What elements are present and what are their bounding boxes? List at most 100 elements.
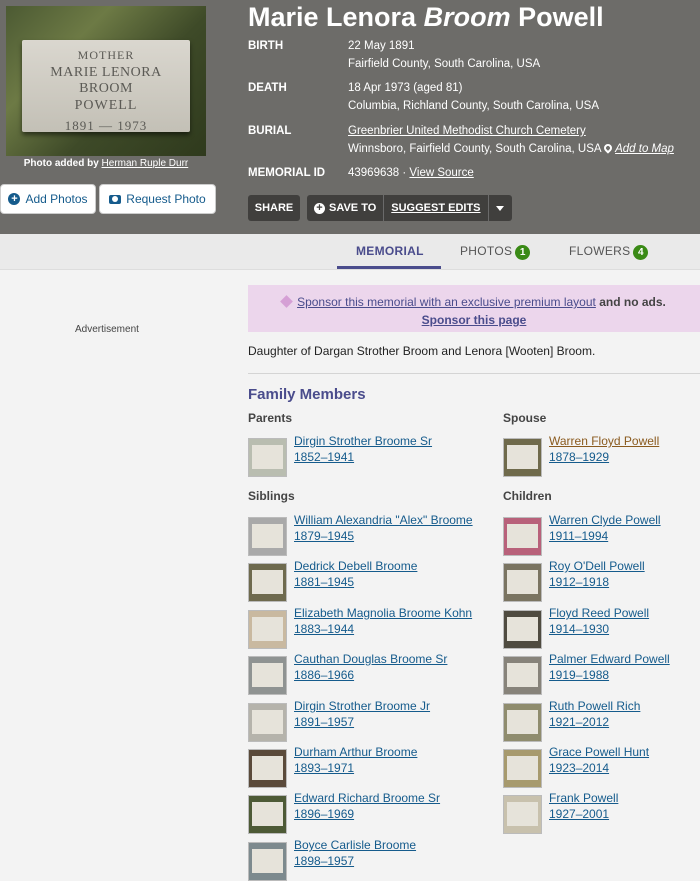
add-to-map-link[interactable]: Add to Map bbox=[602, 142, 674, 155]
member-years[interactable]: 1898–1957 bbox=[294, 854, 354, 868]
family-member[interactable]: William Alexandria "Alex" Broome 1879–19… bbox=[248, 513, 473, 556]
name-first: Marie Lenora bbox=[248, 2, 417, 32]
request-photo-button[interactable]: Request Photo bbox=[99, 184, 216, 214]
family-member[interactable]: Floyd Reed Powell 1914–1930 bbox=[503, 606, 700, 649]
member-name-link[interactable]: Grace Powell Hunt bbox=[549, 745, 649, 759]
name-last: Powell bbox=[518, 2, 604, 32]
member-years[interactable]: 1914–1930 bbox=[549, 622, 609, 636]
member-years[interactable]: 1891–1957 bbox=[294, 715, 354, 729]
suggest-edits-button[interactable]: SUGGEST EDITS bbox=[383, 195, 487, 221]
share-button[interactable]: SHARE bbox=[248, 195, 300, 221]
member-name-link[interactable]: Palmer Edward Powell bbox=[549, 652, 670, 666]
member-photo-thumbnail[interactable] bbox=[248, 749, 287, 788]
sponsor-page-link[interactable]: Sponsor this page bbox=[422, 313, 527, 327]
family-member[interactable]: Cauthan Douglas Broome Sr 1886–1966 bbox=[248, 652, 448, 695]
member-years[interactable]: 1927–2001 bbox=[549, 807, 609, 821]
family-member[interactable]: Roy O'Dell Powell 1912–1918 bbox=[503, 559, 700, 602]
save-to-button[interactable]: + SAVE TO bbox=[307, 195, 383, 221]
family-member[interactable]: Ruth Powell Rich 1921–2012 bbox=[503, 699, 700, 742]
tab-flowers[interactable]: FLOWERS 4 bbox=[569, 244, 649, 260]
birth-place: Fairfield County, South Carolina, USA bbox=[348, 58, 541, 70]
member-photo-thumbnail[interactable] bbox=[503, 703, 542, 742]
tab-photos[interactable]: PHOTOS 1 bbox=[460, 244, 531, 260]
member-years[interactable]: 1893–1971 bbox=[294, 761, 354, 775]
member-name-link[interactable]: Dirgin Strother Broome Jr bbox=[294, 699, 430, 713]
plus-circle-icon: + bbox=[8, 193, 21, 205]
member-name-link[interactable]: Ruth Powell Rich bbox=[549, 699, 640, 713]
member-years[interactable]: 1896–1969 bbox=[294, 807, 354, 821]
family-member[interactable]: Warren Clyde Powell 1911–1994 bbox=[503, 513, 700, 556]
member-name-link[interactable]: Cauthan Douglas Broome Sr bbox=[294, 652, 447, 666]
sponsor-memorial-link[interactable]: Sponsor this memorial with an exclusive … bbox=[297, 295, 596, 309]
more-dropdown-button[interactable] bbox=[487, 195, 511, 221]
separator: · bbox=[402, 167, 407, 179]
family-member[interactable]: Warren Floyd Powell 1878–1929 bbox=[503, 434, 700, 477]
member-photo-thumbnail[interactable] bbox=[503, 610, 542, 649]
member-photo-thumbnail[interactable] bbox=[503, 749, 542, 788]
add-photos-button[interactable]: + Add Photos bbox=[0, 184, 96, 214]
member-years[interactable]: 1879–1945 bbox=[294, 529, 354, 543]
member-name-link[interactable]: Dirgin Strother Broome Sr bbox=[294, 434, 432, 448]
member-photo-thumbnail[interactable] bbox=[248, 563, 287, 602]
member-years[interactable]: 1912–1918 bbox=[549, 575, 609, 589]
family-member[interactable]: Boyce Carlisle Broome 1898–1957 bbox=[248, 838, 448, 881]
member-years[interactable]: 1852–1941 bbox=[294, 450, 354, 464]
tab-memorial[interactable]: MEMORIAL bbox=[356, 244, 424, 258]
member-years[interactable]: 1883–1944 bbox=[294, 622, 354, 636]
member-photo-thumbnail[interactable] bbox=[248, 795, 287, 834]
cemetery-link[interactable]: Greenbrier United Methodist Church Cemet… bbox=[348, 125, 586, 137]
member-name-link[interactable]: Dedrick Debell Broome bbox=[294, 559, 417, 573]
member-photo-thumbnail[interactable] bbox=[503, 517, 542, 556]
member-photo-thumbnail[interactable] bbox=[248, 842, 287, 881]
family-member[interactable]: Grace Powell Hunt 1923–2014 bbox=[503, 745, 700, 788]
member-name-link[interactable]: Floyd Reed Powell bbox=[549, 606, 649, 620]
member-name-link[interactable]: Frank Powell bbox=[549, 791, 618, 805]
member-name-link[interactable]: Warren Clyde Powell bbox=[549, 513, 661, 527]
family-member[interactable]: Dirgin Strother Broome Jr 1891–1957 bbox=[248, 699, 448, 742]
member-photo-thumbnail[interactable] bbox=[503, 795, 542, 834]
family-member[interactable]: Dirgin Strother Broome Sr 1852–1941 bbox=[248, 434, 448, 477]
death-label: DEATH bbox=[248, 82, 287, 94]
family-member[interactable]: Frank Powell 1927–2001 bbox=[503, 791, 700, 834]
count-badge: 4 bbox=[633, 245, 649, 260]
bio-text: Daughter of Dargan Strother Broom and Le… bbox=[248, 344, 596, 358]
member-photo-thumbnail[interactable] bbox=[503, 656, 542, 695]
save-to-label: SAVE TO bbox=[329, 202, 377, 214]
memorial-photo[interactable]: MOTHER MARIE LENORA BROOM POWELL 1891 — … bbox=[6, 6, 206, 156]
member-photo-thumbnail[interactable] bbox=[248, 610, 287, 649]
siblings-title: Siblings bbox=[248, 489, 295, 503]
family-member[interactable]: Dedrick Debell Broome 1881–1945 bbox=[248, 559, 448, 602]
member-name-link[interactable]: William Alexandria "Alex" Broome bbox=[294, 513, 473, 527]
family-member[interactable]: Palmer Edward Powell 1919–1988 bbox=[503, 652, 700, 695]
member-name-link[interactable]: Boyce Carlisle Broome bbox=[294, 838, 416, 852]
member-photo-thumbnail[interactable] bbox=[248, 438, 287, 477]
member-photo-thumbnail[interactable] bbox=[248, 517, 287, 556]
view-source-link[interactable]: View Source bbox=[409, 167, 473, 179]
member-name-link[interactable]: Warren Floyd Powell bbox=[549, 434, 659, 448]
member-photo-thumbnail[interactable] bbox=[503, 438, 542, 477]
family-member[interactable]: Durham Arthur Broome 1893–1971 bbox=[248, 745, 448, 788]
family-member[interactable]: Edward Richard Broome Sr 1896–1969 bbox=[248, 791, 448, 834]
family-member[interactable]: Elizabeth Magnolia Broome Kohn 1883–1944 bbox=[248, 606, 472, 649]
member-years[interactable]: 1919–1988 bbox=[549, 668, 609, 682]
member-years[interactable]: 1878–1929 bbox=[549, 450, 609, 464]
photo-author-link[interactable]: Herman Ruple Durr bbox=[102, 158, 189, 169]
member-years[interactable]: 1921–2012 bbox=[549, 715, 609, 729]
member-years[interactable]: 1886–1966 bbox=[294, 668, 354, 682]
caret-down-icon bbox=[495, 205, 504, 211]
member-photo-thumbnail[interactable] bbox=[248, 656, 287, 695]
death-value: 18 Apr 1973 (aged 81) Columbia, Richland… bbox=[348, 79, 599, 115]
save-edit-toolbar: + SAVE TO SUGGEST EDITS bbox=[307, 195, 512, 221]
member-name-link[interactable]: Roy O'Dell Powell bbox=[549, 559, 645, 573]
name-maiden: Broom bbox=[423, 2, 511, 32]
member-name-link[interactable]: Edward Richard Broome Sr bbox=[294, 791, 440, 805]
member-years[interactable]: 1923–2014 bbox=[549, 761, 609, 775]
member-years[interactable]: 1911–1994 bbox=[549, 529, 608, 543]
member-years[interactable]: 1881–1945 bbox=[294, 575, 354, 589]
burial-place: Winnsboro, Fairfield County, South Carol… bbox=[348, 143, 601, 155]
member-name-link[interactable]: Elizabeth Magnolia Broome Kohn bbox=[294, 606, 472, 620]
headstone-image: MOTHER MARIE LENORA BROOM POWELL 1891 — … bbox=[22, 40, 190, 133]
member-photo-thumbnail[interactable] bbox=[503, 563, 542, 602]
member-name-link[interactable]: Durham Arthur Broome bbox=[294, 745, 417, 759]
member-photo-thumbnail[interactable] bbox=[248, 703, 287, 742]
